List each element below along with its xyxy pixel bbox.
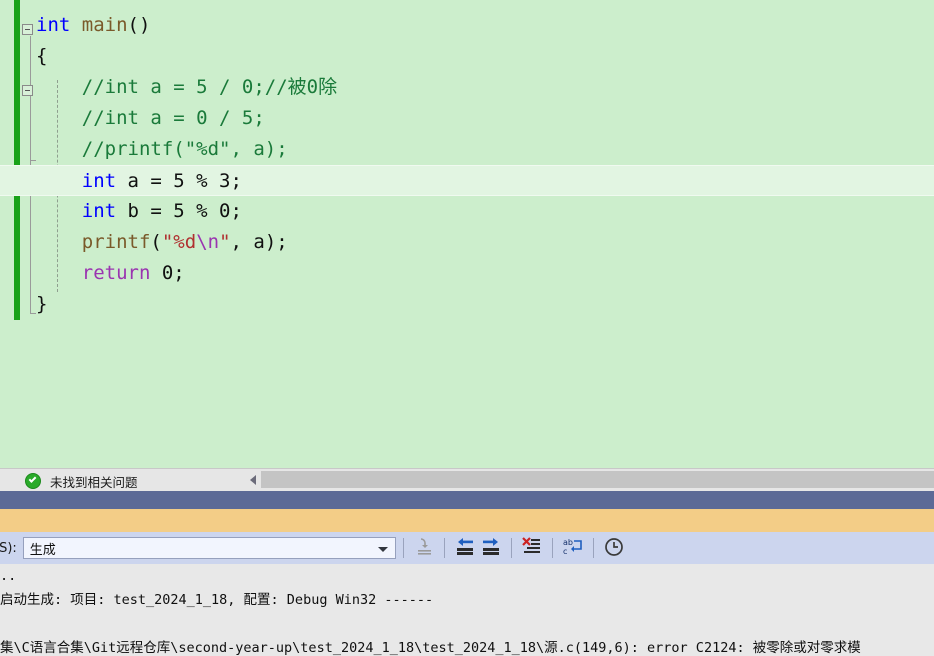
- toolbar-separator: [592, 538, 594, 558]
- code-line[interactable]: }: [0, 289, 934, 320]
- code-token: \n: [196, 231, 220, 253]
- clear-all-x-icon: [522, 537, 540, 553]
- error-list-horizontal-scrollbar[interactable]: [246, 470, 934, 489]
- code-line[interactable]: //printf("%d", a);: [0, 134, 934, 165]
- output-line: 集\C语言合集\Git远程仓库\second-year-up\test_2024…: [0, 640, 861, 656]
- next-message-button[interactable]: [478, 536, 504, 560]
- code-line[interactable]: int main(): [0, 10, 934, 41]
- output-line: ..: [0, 568, 17, 584]
- go-to-icon: [417, 538, 431, 555]
- code-token: int: [81, 170, 117, 192]
- toolbar-separator: [551, 538, 553, 558]
- output-toolbar: (S): 生成: [0, 532, 934, 564]
- output-pane-title-band: [0, 509, 934, 532]
- toolbar-separator: [510, 538, 512, 558]
- code-line[interactable]: //int a = 5 / 0;//被0除: [0, 72, 934, 103]
- code-token: printf: [81, 231, 151, 253]
- go-to-message-button[interactable]: [411, 536, 437, 560]
- code-token: int: [36, 14, 71, 36]
- code-token: return: [81, 262, 151, 284]
- code-token: int: [81, 200, 117, 222]
- code-token: //int a = 0 / 5;: [81, 107, 265, 129]
- code-line[interactable]: int b = 5 % 0;: [0, 196, 934, 227]
- code-line[interactable]: {: [0, 41, 934, 72]
- code-token: (): [127, 14, 151, 36]
- code-token: (: [150, 231, 162, 253]
- code-line[interactable]: int a = 5 % 3;: [0, 165, 934, 196]
- error-list-status-text: 未找到相关问题: [50, 474, 138, 490]
- arrow-right-lines-icon: [482, 538, 499, 555]
- output-source-dropdown[interactable]: 生成: [22, 537, 396, 559]
- code-token: //printf("%d", a);: [81, 138, 288, 160]
- code-token: }: [36, 293, 48, 315]
- svg-text:c: c: [563, 547, 567, 556]
- code-token: {: [36, 45, 48, 67]
- arrow-left-lines-icon: [456, 538, 473, 555]
- toggle-word-wrap-button[interactable]: ab c: [560, 536, 586, 560]
- chevron-down-icon[interactable]: [377, 547, 388, 552]
- code-token: b = 5 % 0;: [116, 200, 242, 222]
- toolbar-separator: [443, 538, 445, 558]
- show-output-history-button[interactable]: [601, 536, 627, 560]
- triangle-left-icon[interactable]: [246, 470, 261, 489]
- output-line: 启动生成: 项目: test_2024_1_18, 配置: Debug Win3…: [0, 592, 434, 608]
- code-token: ": [219, 231, 231, 253]
- code-line[interactable]: printf("%d\n", a);: [0, 227, 934, 258]
- window-separator-band: [0, 491, 934, 509]
- code-token: 0;: [150, 262, 185, 284]
- code-token: "%d: [161, 231, 197, 253]
- code-editor[interactable]: int main() { //int a = 5 / 0;//被0除 //int …: [0, 0, 934, 468]
- output-source-label: (S):: [0, 540, 17, 556]
- svg-text:ab: ab: [563, 538, 573, 547]
- code-line[interactable]: //int a = 0 / 5;: [0, 103, 934, 134]
- scrollbar-thumb[interactable]: [261, 471, 934, 488]
- code-text-area[interactable]: int main() { //int a = 5 / 0;//被0除 //int …: [0, 10, 934, 320]
- toolbar-separator: [402, 538, 404, 558]
- clock-icon: [604, 538, 623, 556]
- code-token: main: [81, 14, 128, 36]
- code-token: a = 5 % 3;: [116, 170, 242, 192]
- code-token: //int a = 5 / 0;//被0除: [81, 76, 338, 98]
- clear-all-button[interactable]: [519, 536, 545, 560]
- check-circle-icon: [25, 473, 41, 489]
- previous-message-button[interactable]: [452, 536, 478, 560]
- word-wrap-icon: ab c: [563, 538, 582, 556]
- scrollbar-track[interactable]: [261, 471, 934, 488]
- code-token: , a);: [230, 231, 288, 253]
- output-pane[interactable]: .. 启动生成: 项目: test_2024_1_18, 配置: Debug Wi…: [0, 564, 934, 656]
- code-line[interactable]: return 0;: [0, 258, 934, 289]
- output-source-value: 生成: [29, 542, 56, 558]
- visual-studio-window: int main() { //int a = 5 / 0;//被0除 //int …: [0, 0, 934, 656]
